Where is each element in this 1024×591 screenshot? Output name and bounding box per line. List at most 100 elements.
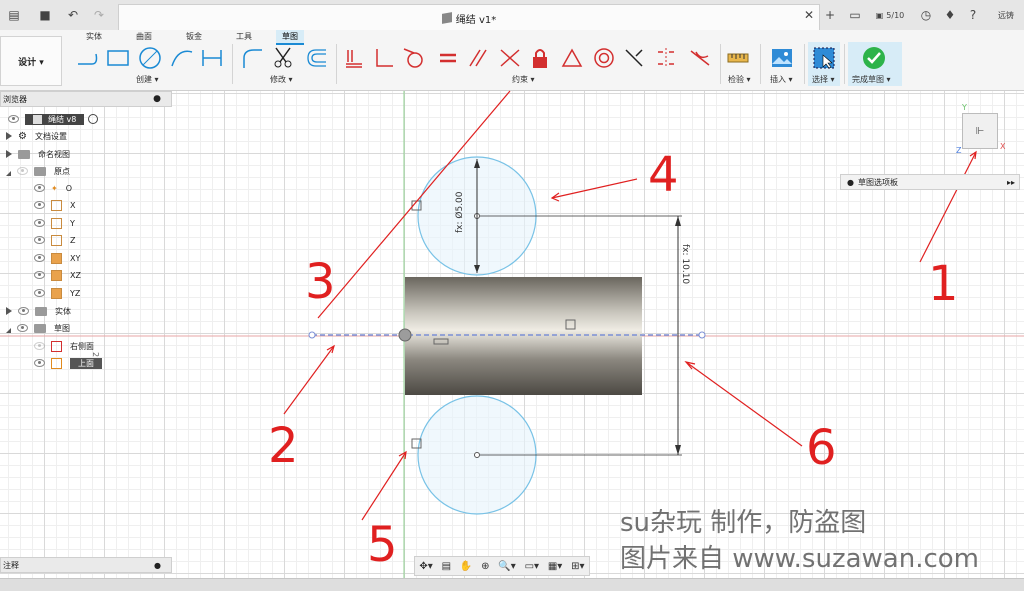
tree-item-sketch-top[interactable]: 上面: [34, 355, 102, 371]
tree-label: 命名视图: [38, 149, 70, 159]
root-label-box: 绳结 v8: [25, 113, 85, 125]
viewcube-y-label: Y: [962, 103, 967, 112]
origin-point-icon: ✦: [51, 183, 58, 193]
eye-icon[interactable]: [34, 271, 45, 279]
tree-label: 文档设置: [34, 131, 67, 141]
tree-label: 实体: [55, 306, 71, 316]
tree-label: XY: [70, 253, 81, 263]
palette-expand-icon[interactable]: ▸▸: [1007, 178, 1015, 187]
viewports-icon[interactable]: ⊞▾: [571, 561, 584, 572]
orbit-icon[interactable]: ✥▾: [419, 561, 432, 572]
browser-collapse-icon[interactable]: ●: [153, 94, 161, 104]
browser-header[interactable]: 浏览器 ●: [0, 91, 172, 107]
diameter-dimension-text[interactable]: fx: Ø5.00: [455, 191, 465, 233]
eye-icon[interactable]: [34, 219, 45, 227]
tree-label: X: [70, 200, 76, 210]
tree-item-origin-point[interactable]: ✦ O: [34, 180, 72, 196]
tree-item-z-axis[interactable]: Z: [34, 232, 75, 248]
watermark-line-1: su杂玩 制作，防盗图: [620, 508, 867, 538]
callout-number: 5: [367, 517, 398, 573]
eye-icon[interactable]: [34, 289, 45, 297]
eye-icon[interactable]: [34, 359, 45, 367]
zoom-window-icon[interactable]: 🔍▾: [498, 561, 515, 572]
comments-add-icon[interactable]: ●: [154, 561, 161, 570]
tree-label: Y: [70, 218, 75, 228]
eye-icon[interactable]: [8, 115, 19, 123]
collapse-arrow-icon[interactable]: [6, 166, 11, 176]
tree-item-xz-plane[interactable]: XZ: [34, 267, 81, 283]
tree-item-y-axis[interactable]: Y: [34, 215, 75, 231]
axis-icon: [51, 234, 62, 246]
folder-icon: [34, 166, 46, 176]
expand-arrow-icon[interactable]: [6, 307, 12, 315]
tree-label: O: [65, 183, 72, 193]
origin-point: [398, 328, 412, 342]
tree-item-x-axis[interactable]: X: [34, 197, 75, 213]
viewcube-x-label: X: [1000, 142, 1006, 151]
callout-number: 3: [305, 254, 336, 310]
viewcube-z-label: Z: [956, 146, 962, 155]
browser-title: 浏览器: [3, 94, 27, 104]
sketch-icon: [51, 340, 62, 352]
tree-label: 右侧面: [70, 341, 94, 351]
eye-icon[interactable]: [34, 201, 45, 209]
display-settings-icon[interactable]: ▭▾: [525, 561, 539, 572]
palette-add-icon[interactable]: ●: [847, 178, 854, 187]
endpoint-left: [308, 331, 316, 339]
collapse-arrow-icon[interactable]: [6, 323, 11, 333]
eye-icon[interactable]: [34, 254, 45, 262]
plane-icon: [51, 287, 62, 299]
callout-number: 1: [928, 256, 959, 312]
tree-item-yz-plane[interactable]: YZ: [34, 285, 80, 301]
gear-icon: ⚙: [18, 130, 27, 142]
tree-label: 原点: [54, 166, 70, 176]
callout-number: 2: [268, 418, 299, 474]
navigation-bar: ✥▾ ▤ ✋ ⊕ 🔍▾ ▭▾ ▦▾ ⊞▾: [414, 556, 590, 576]
tree-label: 绳结 v8: [48, 114, 77, 124]
look-at-icon[interactable]: ▤: [442, 561, 451, 572]
callout-number: 4: [648, 147, 679, 203]
folder-icon: [18, 149, 30, 159]
tree-item-named-views[interactable]: 命名视图: [6, 146, 70, 162]
palette-label: 草图选项板: [857, 177, 898, 187]
axis-icon: [51, 199, 62, 211]
comments-bar[interactable]: 注释 ●: [0, 557, 172, 573]
tree-label: YZ: [70, 288, 81, 298]
tree-item-xy-plane[interactable]: XY: [34, 250, 80, 266]
tree-item-doc-settings[interactable]: ⚙ 文档设置: [6, 128, 67, 144]
tree-label: Z: [70, 235, 76, 245]
eye-icon[interactable]: [34, 184, 45, 192]
eye-icon[interactable]: [17, 167, 28, 175]
plane-icon: [51, 269, 62, 281]
grid-settings-icon[interactable]: ▦▾: [548, 561, 562, 572]
tree-root-component[interactable]: 绳结 v8: [8, 111, 99, 127]
comments-label: 注释: [3, 560, 19, 570]
eye-icon[interactable]: [34, 236, 45, 244]
length-dimension-text[interactable]: fx: 10.10: [680, 244, 690, 284]
pan-hand-icon[interactable]: ✋: [460, 561, 472, 572]
endpoint-right: [698, 331, 706, 339]
tree-label: XZ: [70, 270, 81, 280]
folder-icon: [35, 306, 47, 316]
cylinder-body: [405, 277, 642, 395]
expand-arrow-icon[interactable]: [6, 132, 12, 140]
timeline-bar: [0, 578, 1024, 591]
sketch-palette-bar[interactable]: ● 草图选项板 ▸▸: [840, 174, 1020, 190]
expand-arrow-icon[interactable]: [6, 150, 12, 158]
eye-icon[interactable]: [18, 307, 29, 315]
component-icon: [33, 114, 42, 124]
eye-icon[interactable]: [17, 324, 28, 332]
tree-item-origin[interactable]: 原点: [6, 163, 70, 179]
plane-icon: [51, 252, 62, 264]
viewcube[interactable]: ⊩: [962, 113, 998, 149]
activate-radio-icon[interactable]: [88, 114, 99, 124]
tree-label-active: 上面: [70, 357, 102, 369]
tree-item-bodies[interactable]: 实体: [6, 303, 71, 319]
tree-item-sketches[interactable]: 草图: [6, 320, 70, 336]
tree-item-sketch-right[interactable]: 右侧面: [34, 338, 94, 354]
eye-icon[interactable]: [34, 342, 45, 350]
axis-icon: [51, 217, 62, 229]
zoom-icon[interactable]: ⊕: [481, 561, 489, 572]
callout-number: 6: [806, 420, 837, 476]
watermark-line-2: 图片来自 www.suzawan.com: [620, 544, 980, 574]
